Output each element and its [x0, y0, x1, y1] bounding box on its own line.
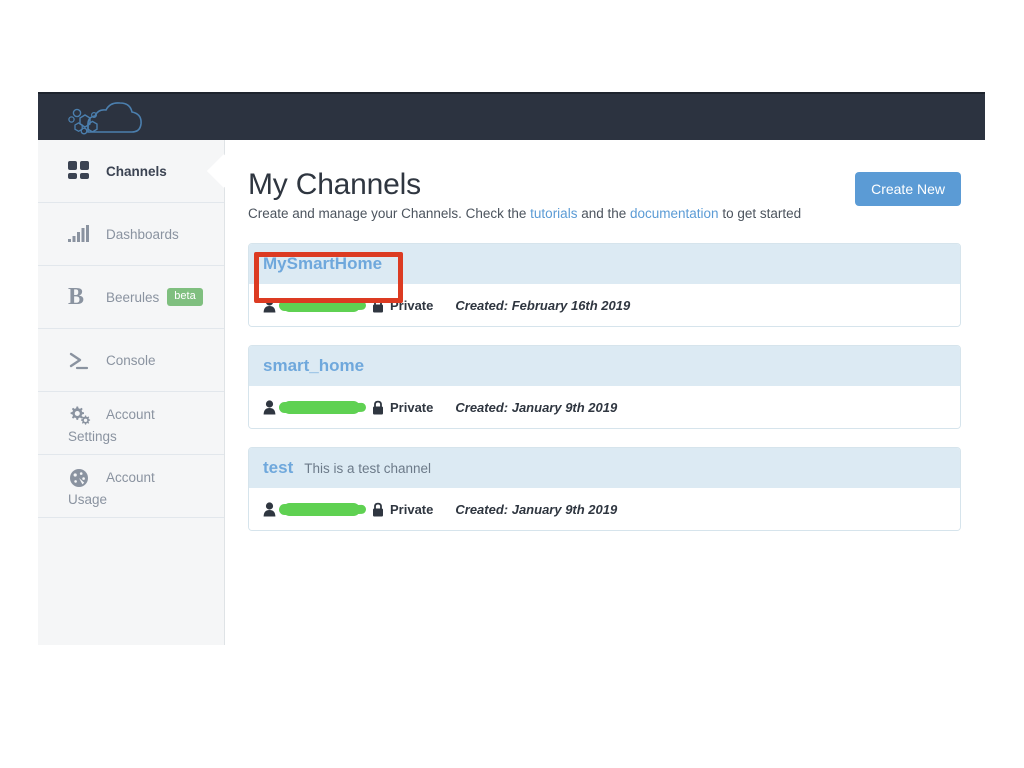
sidebar-item-label: Dashboards: [106, 226, 179, 242]
channel-card: smart_home Private Created: January 9th …: [248, 345, 961, 429]
letter-b-icon: B: [68, 284, 85, 310]
sidebar-item-label: Console: [106, 352, 156, 368]
beta-badge: beta: [167, 288, 203, 306]
created-label: Created: February 16th 2019: [455, 297, 631, 313]
created-label: Created: January 9th 2019: [455, 501, 618, 517]
user-icon: [263, 297, 276, 313]
app-window: Channels Dashboards B Beerules beta Cons…: [38, 92, 985, 645]
lock-icon: [372, 298, 384, 313]
owner-name-redacted: [279, 298, 360, 312]
sidebar: Channels Dashboards B Beerules beta Cons…: [38, 140, 243, 645]
sidebar-item-account-usage[interactable]: Account Usage: [38, 455, 224, 518]
page-subtitle: Create and manage your Channels. Check t…: [248, 206, 961, 221]
sidebar-item-label-second: Usage: [68, 491, 108, 507]
sidebar-item-account-settings[interactable]: Account Settings: [38, 392, 224, 455]
sidebar-item-label: Account: [106, 407, 155, 422]
top-header-bar: [38, 92, 985, 142]
terminal-prompt-icon: [68, 348, 94, 372]
subtitle-text-1: Create and manage your Channels. Check t…: [248, 206, 531, 221]
sidebar-item-label: Beerules: [106, 289, 160, 305]
create-new-button[interactable]: Create New: [855, 172, 961, 206]
gauge-icon: [68, 466, 94, 490]
owner-name-redacted: [279, 502, 360, 516]
owner-name-redacted: [279, 400, 360, 414]
channel-card: MySmartHome Private Created: February 16…: [248, 243, 961, 327]
channel-card-header: MySmartHome: [249, 244, 960, 284]
sidebar-item-channels[interactable]: Channels: [38, 140, 243, 203]
sidebar-item-label-second: Settings: [68, 428, 117, 444]
channel-description: This is a test channel: [304, 461, 432, 476]
subtitle-text-2: and the: [577, 206, 630, 221]
privacy-label: Private: [390, 399, 434, 415]
channel-card-header: smart_home: [249, 346, 960, 386]
gears-icon: [68, 403, 94, 427]
created-label: Created: January 9th 2019: [455, 399, 618, 415]
channel-card-body: Private Created: January 9th 2019: [249, 488, 960, 530]
user-icon: [263, 501, 276, 517]
bar-chart-icon: [68, 222, 94, 246]
user-icon: [263, 399, 276, 415]
beebotte-cloud-logo[interactable]: [62, 98, 146, 140]
lock-icon: [372, 400, 384, 415]
documentation-link[interactable]: documentation: [630, 206, 719, 221]
channel-card-header: test This is a test channel: [249, 448, 960, 488]
tutorials-link[interactable]: tutorials: [530, 206, 577, 221]
subtitle-text-3: to get started: [718, 206, 802, 221]
privacy-label: Private: [390, 501, 434, 517]
privacy-label: Private: [390, 297, 434, 313]
channel-card-body: Private Created: February 16th 2019: [249, 284, 960, 326]
channel-card: test This is a test channel Private Crea…: [248, 447, 961, 531]
sidebar-item-label: Channels: [106, 163, 167, 179]
sidebar-item-beerules[interactable]: B Beerules beta: [38, 266, 224, 329]
main-content: My Channels Create and manage your Chann…: [225, 140, 985, 645]
page-title: My Channels: [248, 168, 421, 201]
sidebar-item-label: Account: [106, 470, 155, 485]
sidebar-item-dashboards[interactable]: Dashboards: [38, 203, 224, 266]
channel-name-link[interactable]: MySmartHome: [263, 254, 382, 274]
channel-name-link[interactable]: smart_home: [263, 356, 364, 376]
lock-icon: [372, 502, 384, 517]
grid-squares-icon: [68, 159, 94, 183]
channel-name-link[interactable]: test: [263, 458, 293, 478]
channel-card-body: Private Created: January 9th 2019: [249, 386, 960, 428]
sidebar-item-console[interactable]: Console: [38, 329, 224, 392]
